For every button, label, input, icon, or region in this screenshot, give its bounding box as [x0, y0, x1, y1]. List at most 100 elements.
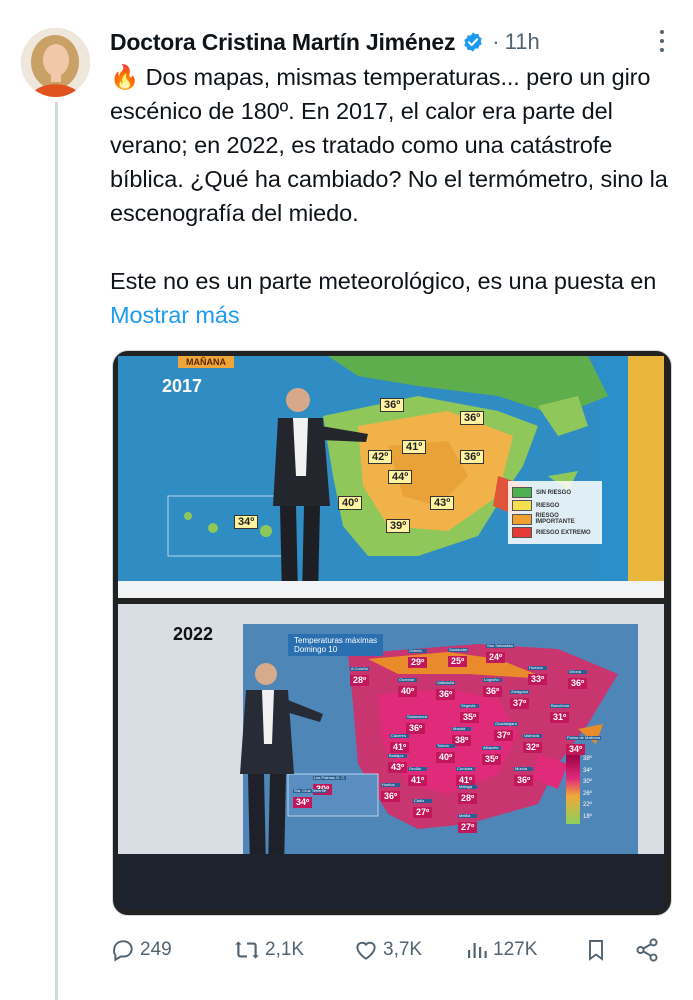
city-name: Girona — [568, 670, 588, 674]
temperature-label: 41º — [402, 440, 427, 454]
legend-swatch — [512, 487, 532, 498]
separator-dot: · — [492, 29, 500, 54]
tweet-paragraph-2: Este no es un parte meteorológico, es un… — [110, 268, 657, 294]
city-name: Cáceres — [390, 734, 410, 738]
temperature-label: 34º — [234, 515, 259, 529]
city-temperature-label: Guadalajara 37º — [494, 722, 518, 742]
thread-line — [55, 102, 58, 1000]
map-title-2022: Temperaturas máximas Domingo 10 — [288, 634, 384, 656]
show-more-link[interactable]: Mostrar más — [110, 302, 240, 328]
scale-tick-label: 34º — [583, 767, 592, 774]
city-name: Salamanca — [406, 714, 429, 719]
city-temperature: 35º — [460, 712, 480, 723]
timestamp[interactable]: 11h — [505, 29, 540, 55]
temperature-label: 36º — [380, 398, 405, 412]
city-name: Málaga — [458, 785, 478, 789]
city-temperature: 41º — [408, 775, 428, 786]
legend-swatch — [512, 527, 532, 538]
city-name: Ourense — [398, 678, 418, 682]
tweet-text: 🔥 Dos mapas, mismas temperaturas... pero… — [110, 60, 675, 332]
city-name: Cádiz — [413, 799, 433, 803]
city-temperature: 34º — [293, 797, 313, 808]
legend-item: RIESGO EXTREMO — [512, 527, 598, 538]
city-name: Valladolid — [436, 680, 456, 685]
media-image[interactable]: 2017 MAÑANA 36º 36º 41º 42º 44º 36º 40º 43º 39º 3… — [112, 350, 672, 916]
views-button[interactable]: 127K — [465, 933, 537, 967]
city-temperature: 36º — [436, 689, 456, 700]
legend-swatch — [512, 513, 532, 525]
city-temperature-label: Málaga 28º — [458, 785, 478, 805]
share-icon — [636, 938, 658, 962]
heart-icon — [356, 941, 376, 960]
city-temperature: 24º — [486, 652, 506, 663]
legend-item: SIN RIESGO — [512, 487, 598, 498]
bookmark-icon — [589, 940, 603, 961]
city-name: Oviedo — [408, 649, 428, 653]
scale-tick-label: 30º — [583, 779, 592, 786]
city-temperature-label: Sta. Cruz Tenerife 34º — [293, 789, 327, 809]
repost-button[interactable]: 2,1K — [233, 933, 304, 967]
like-count: 3,7K — [383, 939, 423, 960]
bookmark-button[interactable] — [584, 933, 612, 967]
temperature-label: 43º — [430, 496, 455, 510]
city-temperature: 31º — [550, 712, 570, 723]
temperature-label: 40º — [338, 496, 363, 510]
city-name: Zaragoza — [510, 689, 530, 694]
city-name: Huelva — [381, 783, 401, 787]
temperature-label: 39º — [386, 519, 411, 533]
city-temperature: 36º — [483, 686, 503, 697]
city-name: Murcia — [514, 767, 534, 771]
city-temperature-label: Huesca 33º — [528, 666, 548, 686]
city-temperature: 40º — [398, 686, 418, 697]
share-button[interactable] — [634, 933, 664, 967]
legend-label: SIN RIESGO — [536, 489, 572, 496]
year-label-2017: 2017 — [162, 376, 203, 396]
more-options-icon[interactable] — [659, 30, 665, 52]
scale-tick-label: 26º — [583, 790, 592, 797]
legend-label: RIESGO — [536, 502, 560, 509]
city-temperature-label: Valladolid 36º — [436, 680, 456, 701]
city-temperature-label: Cáceres 41º — [390, 734, 410, 754]
author-name[interactable]: Doctora Cristina Martín Jiménez — [110, 29, 455, 56]
city-temperature-label: Huelva 36º — [381, 783, 401, 803]
temperature-scale: 38º 34º 30º 26º 22º 18º — [583, 754, 592, 824]
city-temperature-label: Valencia 32º — [523, 734, 543, 754]
city-temperature-label: Ourense 40º — [398, 678, 418, 698]
verified-badge-icon[interactable] — [462, 31, 484, 53]
city-temperature: 27º — [458, 822, 478, 833]
temperature-label: 36º — [460, 450, 485, 464]
fire-emoji-icon: 🔥 — [110, 64, 140, 90]
city-temperature-label: Badajoz 43º — [388, 754, 408, 774]
city-name: Logroño — [483, 678, 503, 682]
city-temperature: 25º — [448, 656, 468, 667]
city-name: Segovia — [460, 704, 480, 708]
temperature-label: 36º — [460, 411, 485, 425]
legend-item: RIESGO IMPORTANTE — [512, 513, 598, 525]
city-temperature-label: San Sebastián 24º — [486, 644, 515, 664]
city-temperature: 33º — [528, 674, 548, 685]
temperature-label: 44º — [388, 470, 413, 484]
city-name: Santander — [448, 647, 469, 652]
city-temperature-label: Salamanca 36º — [406, 714, 429, 735]
city-name: Toledo — [436, 744, 456, 748]
city-name: Las Palmas G. C. — [313, 775, 347, 780]
city-temperature-label: Santander 25º — [448, 647, 469, 668]
avatar-image — [21, 28, 90, 97]
avatar[interactable] — [21, 28, 90, 97]
city-name: Córdoba — [456, 767, 476, 771]
city-temperature: 28º — [458, 793, 478, 804]
scale-tick-label: 38º — [583, 756, 592, 762]
city-name: Valencia — [523, 734, 543, 738]
city-temperature: 29º — [408, 657, 428, 668]
views-count: 127K — [493, 939, 538, 960]
legend-item: RIESGO — [512, 500, 598, 511]
city-temperature: 27º — [413, 807, 433, 818]
city-temperature: 37º — [494, 730, 514, 741]
year-label-2022: 2022 — [173, 624, 214, 644]
legend-swatch — [512, 500, 532, 511]
like-button[interactable]: 3,7K — [353, 933, 422, 967]
city-temperature: 36º — [381, 791, 401, 802]
reply-button[interactable]: 249 — [110, 933, 172, 967]
reply-count: 249 — [140, 939, 172, 960]
city-name: Madrid — [452, 727, 472, 731]
